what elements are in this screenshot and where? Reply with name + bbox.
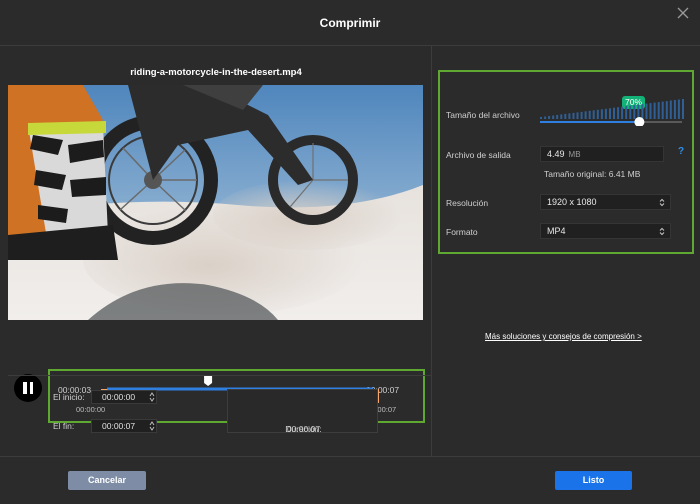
size-ramp-bar bbox=[572, 112, 575, 119]
format-label: Formato bbox=[446, 227, 478, 237]
size-ramp-bar bbox=[580, 111, 583, 119]
resolution-label: Resolución bbox=[446, 198, 489, 208]
size-ramp-bar bbox=[540, 117, 542, 119]
file-size-label: Tamaño del archivo bbox=[446, 110, 520, 120]
duration-value: 00:00:07 bbox=[286, 424, 321, 434]
video-file-name: riding-a-motorcycle-in-the-desert.mp4 bbox=[130, 67, 302, 78]
pause-icon bbox=[23, 382, 27, 394]
resolution-select[interactable]: 1920 x 1080 bbox=[540, 194, 671, 210]
footer: Cancelar Listo bbox=[0, 456, 700, 504]
size-ramp-bar bbox=[584, 111, 587, 119]
size-ramp-bar bbox=[633, 105, 636, 119]
size-ramp-bar bbox=[645, 103, 648, 119]
size-ramp-bar bbox=[548, 116, 551, 119]
size-ramp-bar bbox=[560, 114, 563, 119]
size-ramp-bar bbox=[673, 100, 676, 119]
duration-box: Duración: 00:00:07 bbox=[227, 389, 378, 434]
size-ramp-bar bbox=[621, 106, 624, 119]
start-label: El inicio: bbox=[53, 392, 85, 402]
video-preview bbox=[8, 85, 423, 320]
original-size-text: Tamaño original: 6.41 MB bbox=[544, 169, 641, 179]
size-ramp-bar bbox=[669, 100, 672, 119]
format-value: MP4 bbox=[547, 226, 566, 236]
output-file-label: Archivo de salida bbox=[446, 150, 511, 160]
chevron-updown-icon bbox=[659, 198, 665, 207]
output-size-value: 4.49 bbox=[547, 149, 565, 159]
pause-icon-bar bbox=[29, 382, 33, 394]
size-ramp-bar bbox=[588, 110, 591, 119]
size-ramp-bar bbox=[604, 108, 607, 119]
size-ramp-bar bbox=[682, 99, 684, 119]
chevron-updown-icon bbox=[659, 227, 665, 236]
divider bbox=[8, 375, 432, 376]
playhead[interactable] bbox=[204, 375, 213, 386]
done-button[interactable]: Listo bbox=[555, 471, 632, 490]
size-ramp-bar bbox=[625, 106, 628, 119]
compress-dialog: Comprimir riding-a-motorcycle-in-the-des… bbox=[0, 0, 700, 504]
size-ramp bbox=[540, 99, 684, 119]
pause-button[interactable] bbox=[14, 374, 42, 402]
start-time-input[interactable]: 00:00:00 bbox=[91, 390, 157, 404]
preview-panel: riding-a-motorcycle-in-the-desert.mp4 00… bbox=[0, 46, 432, 456]
help-icon[interactable]: ? bbox=[678, 146, 684, 157]
size-ramp-bar bbox=[641, 104, 644, 119]
file-size-slider[interactable] bbox=[538, 98, 684, 126]
size-ramp-bar bbox=[592, 110, 595, 119]
size-ramp-bar bbox=[564, 113, 567, 119]
size-ramp-bar bbox=[613, 107, 615, 119]
end-label: El fin: bbox=[53, 421, 75, 431]
title-bar: Comprimir bbox=[0, 0, 700, 46]
size-ramp-bar bbox=[661, 101, 664, 119]
size-ramp-bar bbox=[617, 107, 620, 119]
cancel-button[interactable]: Cancelar bbox=[68, 471, 146, 490]
size-ramp-bar bbox=[653, 102, 656, 119]
size-ramp-bar bbox=[600, 109, 603, 119]
size-ramp-bar bbox=[649, 103, 652, 119]
size-ramp-bar bbox=[629, 105, 632, 119]
video-frame-image bbox=[8, 85, 423, 320]
size-ramp-bar bbox=[665, 101, 668, 119]
size-ramp-bar bbox=[544, 116, 547, 119]
dialog-title: Comprimir bbox=[319, 16, 381, 30]
compression-tips-link[interactable]: Más soluciones y consejos de compresión … bbox=[485, 332, 642, 341]
size-ramp-bar bbox=[609, 108, 611, 119]
size-ramp-bar bbox=[677, 99, 680, 119]
end-time-input[interactable]: 00:00:07 bbox=[91, 419, 157, 433]
size-ramp-bar bbox=[552, 115, 555, 119]
output-size-input[interactable]: 4.49 MB bbox=[540, 146, 664, 162]
close-icon[interactable] bbox=[676, 6, 690, 20]
size-ramp-bar bbox=[596, 109, 599, 119]
size-ramp-bar bbox=[576, 112, 579, 119]
size-ramp-bar bbox=[637, 104, 640, 119]
size-ramp-bar bbox=[657, 102, 660, 119]
format-select[interactable]: MP4 bbox=[540, 223, 671, 239]
size-ramp-bar bbox=[568, 113, 571, 119]
end-time-stepper[interactable] bbox=[149, 420, 155, 432]
start-time-stepper[interactable] bbox=[149, 391, 155, 403]
resolution-value: 1920 x 1080 bbox=[547, 197, 597, 207]
compression-settings: Tamaño del archivo 70% Archivo de salida… bbox=[438, 70, 694, 254]
output-size-unit: MB bbox=[568, 150, 581, 159]
size-ramp-bar bbox=[556, 114, 559, 119]
